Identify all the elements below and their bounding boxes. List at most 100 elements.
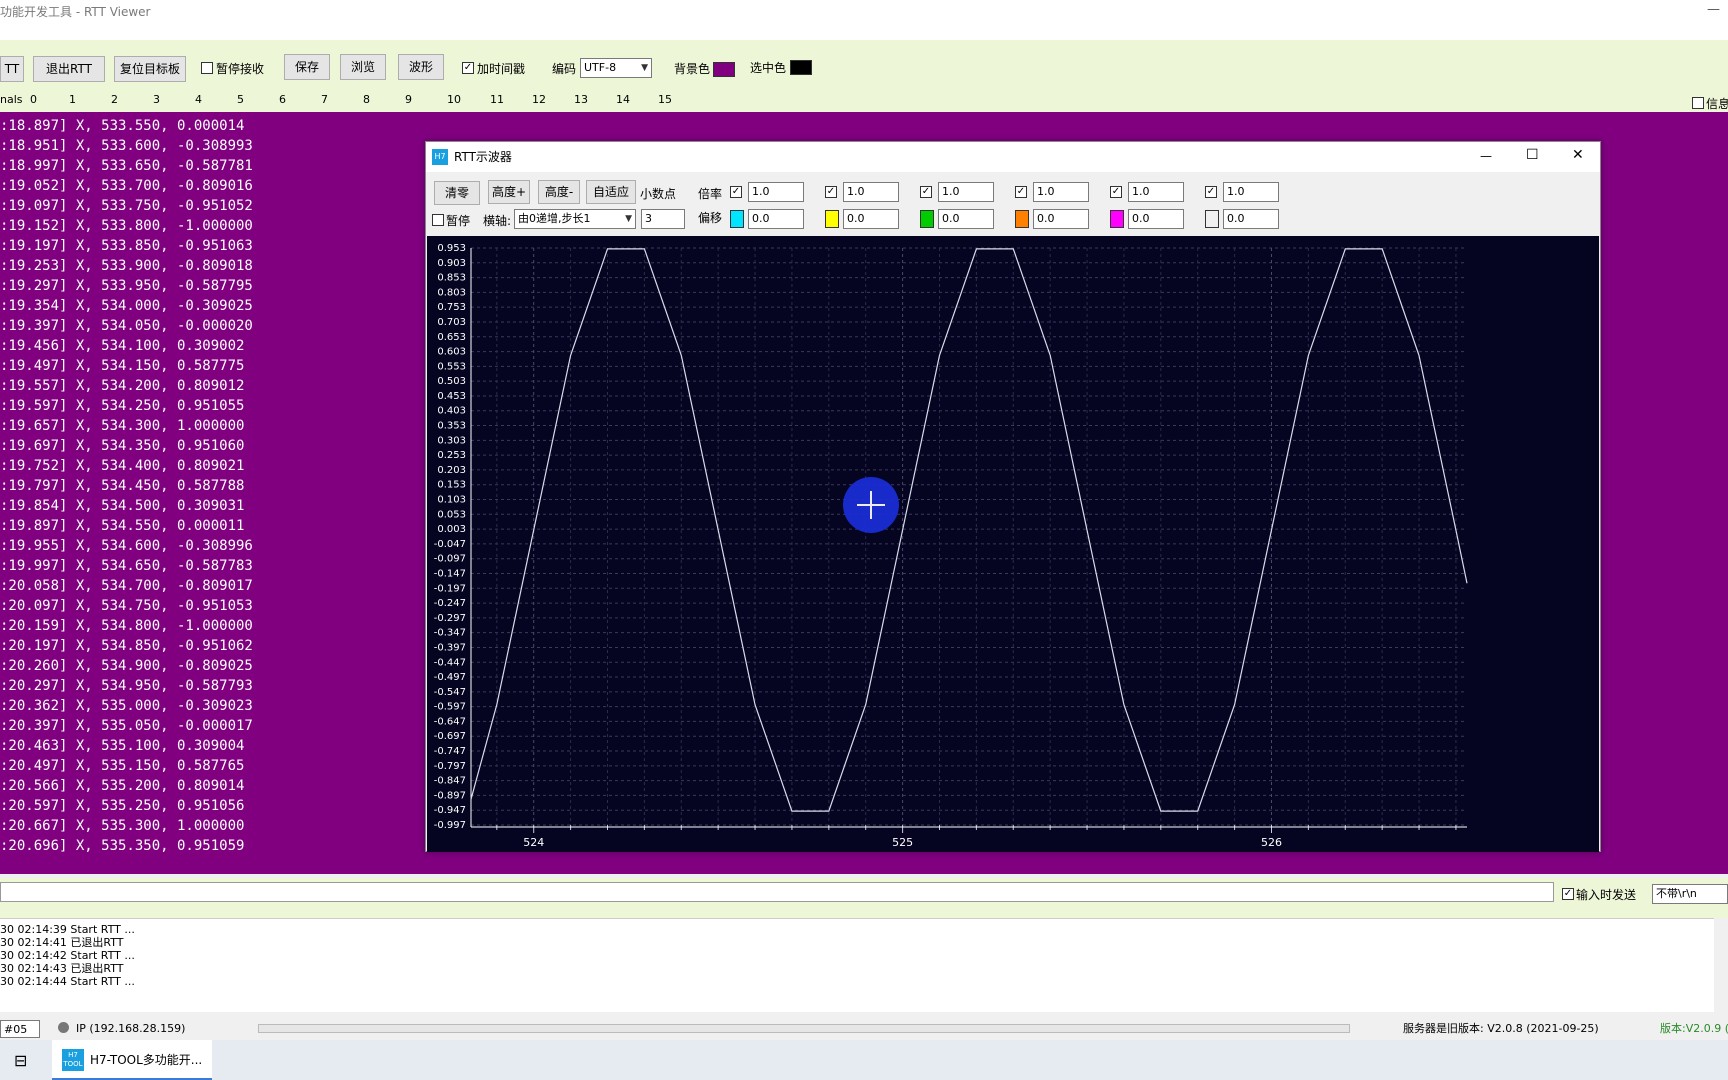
decimals-stepper[interactable]: 3	[641, 209, 685, 229]
ruler-tick[interactable]: 2	[111, 93, 118, 106]
channel-4-scale-input[interactable]: 1.0	[1033, 182, 1089, 202]
save-button[interactable]: 保存	[284, 54, 330, 80]
waveform-plot[interactable]: 0.953 0.903 0.853 0.803 0.753 0.703 0.653 0.603…	[427, 236, 1599, 852]
channel-5-scale-input[interactable]: 1.0	[1128, 182, 1184, 202]
scope-maximize-button[interactable]: ☐	[1526, 147, 1539, 163]
channel-4-offset-input[interactable]: 0.0	[1033, 209, 1089, 229]
log-line: :19.697] X, 534.350, 0.951060	[0, 438, 245, 454]
log-line: :20.397] X, 535.050, -0.000017	[0, 718, 253, 734]
system-log-line: 30 02:14:44 Start RTT ...	[0, 975, 135, 988]
height-minus-button[interactable]: 高度-	[538, 180, 580, 204]
log-line: :19.797] X, 534.450, 0.587788	[0, 478, 245, 494]
log-line: :20.159] X, 534.800, -1.000000	[0, 618, 253, 634]
taskbar-app-h7tool[interactable]: H7 TOOL H7-TOOL多功能开...	[52, 1040, 212, 1080]
channel-6-scale-input[interactable]: 1.0	[1223, 182, 1279, 202]
channel-2-enable-checkbox[interactable]: ✓	[825, 186, 837, 198]
reset-target-button[interactable]: 复位目标板	[114, 56, 186, 82]
y-tick-label: 0.753	[437, 302, 466, 313]
y-tick-label: 0.703	[437, 317, 466, 328]
channel-2-offset-input[interactable]: 0.0	[843, 209, 899, 229]
channel-1-enable-checkbox[interactable]: ✓	[730, 186, 742, 198]
rtt-button[interactable]: TT	[0, 56, 24, 82]
channel-3-enable-checkbox[interactable]: ✓	[920, 186, 932, 198]
channel-1-scale-input[interactable]: 1.0	[748, 182, 804, 202]
ruler-tick[interactable]: 7	[321, 93, 328, 106]
ruler-tick[interactable]: 15	[658, 93, 672, 106]
scope-pause-checkbox[interactable]	[432, 214, 444, 226]
scope-minimize-button[interactable]: —	[1480, 148, 1492, 164]
encoding-select[interactable]: UTF-8 ▼	[580, 58, 652, 78]
ruler-tick[interactable]: 10	[447, 93, 461, 106]
line-ending-select[interactable]: 不带\r\n	[1652, 884, 1728, 904]
x-axis-mode-select[interactable]: 由0递增,步长1 ▼	[514, 209, 636, 229]
exit-rtt-button[interactable]: 退出RTT	[33, 56, 105, 82]
log-line: :18.951] X, 533.600, -0.308993	[0, 138, 253, 154]
selection-color-swatch[interactable]	[790, 60, 812, 75]
mouse-cursor-crosshair-icon	[843, 477, 899, 533]
y-tick-label: -0.697	[434, 731, 466, 742]
send-on-input-checkbox[interactable]: ✓	[1562, 888, 1574, 900]
window-title: 功能开发工具 - RTT Viewer	[0, 5, 151, 19]
y-tick-label: -0.747	[434, 746, 466, 757]
ruler-tick[interactable]: 6	[279, 93, 286, 106]
y-tick-label: 0.053	[437, 509, 466, 520]
info-label: 信息	[1706, 97, 1728, 111]
send-on-input-label: 输入时发送	[1576, 888, 1637, 902]
channel-2-scale-input[interactable]: 1.0	[843, 182, 899, 202]
height-plus-button[interactable]: 高度+	[488, 180, 530, 204]
port-select[interactable]: #05	[0, 1020, 40, 1038]
channel-1-offset-input[interactable]: 0.0	[748, 209, 804, 229]
ruler-tick[interactable]: 5	[237, 93, 244, 106]
channel-3-color-swatch[interactable]	[920, 210, 934, 228]
waveform-button[interactable]: 波形	[398, 54, 444, 80]
ruler-tick[interactable]: 0	[30, 93, 37, 106]
system-log-scrollbar[interactable]	[1714, 918, 1728, 1012]
task-view-icon[interactable]: ⊟	[14, 1051, 27, 1070]
channel-2-color-swatch[interactable]	[825, 210, 839, 228]
ruler-tick[interactable]: 13	[574, 93, 588, 106]
channel-6-offset-input[interactable]: 0.0	[1223, 209, 1279, 229]
x-axis-mode-value: 由0递增,步长1	[518, 212, 591, 225]
channel-5-enable-checkbox[interactable]: ✓	[1110, 186, 1122, 198]
send-input[interactable]	[0, 882, 1554, 902]
channel-5-color-swatch[interactable]	[1110, 210, 1124, 228]
channel-3-scale-input[interactable]: 1.0	[938, 182, 994, 202]
channel-3-offset-input[interactable]: 0.0	[938, 209, 994, 229]
scope-title-bar[interactable]: H7 RTT示波器 — ☐ ✕	[426, 142, 1600, 172]
channel-6-scale-value: 1.0	[1227, 185, 1245, 198]
ruler-tick[interactable]: 11	[490, 93, 504, 106]
scope-close-button[interactable]: ✕	[1572, 147, 1584, 163]
ruler-tick[interactable]: 9	[405, 93, 412, 106]
channel-6-color-swatch[interactable]	[1205, 210, 1219, 228]
channel-5-offset-input[interactable]: 0.0	[1128, 209, 1184, 229]
ruler-label: nals	[0, 93, 23, 106]
timestamp-checkbox[interactable]: ✓	[462, 62, 474, 74]
channel-6-enable-checkbox[interactable]: ✓	[1205, 186, 1217, 198]
y-tick-label: -0.297	[434, 613, 466, 624]
y-tick-label: 0.903	[437, 258, 466, 269]
ruler-tick[interactable]: 1	[69, 93, 76, 106]
channel-4-color-swatch[interactable]	[1015, 210, 1029, 228]
system-log-panel: 30 02:14:39 Start RTT ... 30 02:14:41 已退出…	[0, 918, 1728, 1012]
clear-button[interactable]: 清零	[434, 181, 480, 205]
channel-1-offset-value: 0.0	[752, 212, 770, 225]
pause-receive-checkbox[interactable]	[201, 62, 213, 74]
y-tick-label: -0.947	[434, 805, 466, 816]
y-tick-label: -0.097	[434, 554, 466, 565]
channel-1-color-swatch[interactable]	[730, 210, 744, 228]
channel-4-enable-checkbox[interactable]: ✓	[1015, 186, 1027, 198]
info-checkbox[interactable]	[1692, 97, 1704, 109]
rtt-oscilloscope-window[interactable]: H7 RTT示波器 — ☐ ✕ 清零 高度+ 高度- 自适应 小数点 暂停 横轴…	[425, 141, 1601, 852]
ruler-tick[interactable]: 8	[363, 93, 370, 106]
background-color-swatch[interactable]	[713, 62, 735, 77]
ruler-tick[interactable]: 14	[616, 93, 630, 106]
auto-fit-button[interactable]: 自适应	[586, 180, 636, 204]
y-tick-label: 0.953	[437, 243, 466, 254]
ruler-tick[interactable]: 4	[195, 93, 202, 106]
browse-button[interactable]: 浏览	[340, 54, 386, 80]
log-line: :19.597] X, 534.250, 0.951055	[0, 398, 245, 414]
ruler-tick[interactable]: 12	[532, 93, 546, 106]
ruler-tick[interactable]: 3	[153, 93, 160, 106]
system-log: 30 02:14:39 Start RTT ... 30 02:14:41 已退出…	[0, 923, 135, 988]
minimize-button[interactable]: —	[1707, 2, 1720, 17]
